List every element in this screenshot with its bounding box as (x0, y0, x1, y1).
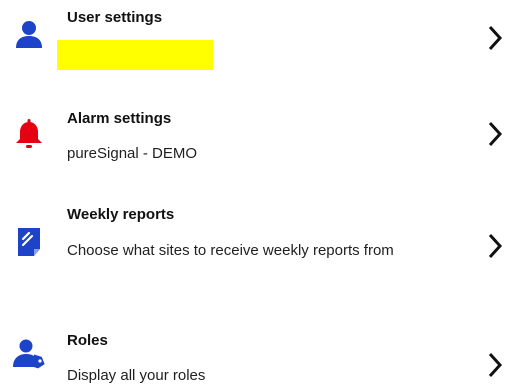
alarm-settings-subtitle: pureSignal - DEMO (67, 145, 198, 162)
chevron-right-icon (487, 120, 503, 148)
alarm-settings-item[interactable]: Alarm settings pureSignal - DEMO (0, 95, 505, 175)
person-icon (12, 17, 46, 51)
weekly-reports-item[interactable]: Weekly reports Choose what sites to rece… (0, 195, 505, 295)
weekly-reports-subtitle: Choose what sites to receive weekly repo… (67, 242, 394, 259)
alarm-settings-title: Alarm settings (67, 110, 172, 127)
person-tag-icon (12, 337, 46, 371)
chevron-right-icon (487, 24, 503, 52)
settings-list: User settings Alarm settings pureSignal … (0, 0, 505, 388)
user-settings-title: User settings (67, 9, 163, 26)
roles-subtitle: Display all your roles (67, 367, 206, 384)
bell-icon (12, 117, 46, 151)
report-icon (12, 225, 46, 259)
chevron-right-icon (487, 232, 503, 260)
chevron-right-icon (487, 351, 503, 379)
redacted-highlight (57, 40, 213, 70)
weekly-reports-title: Weekly reports (67, 206, 175, 223)
roles-title: Roles (67, 332, 108, 349)
roles-item[interactable]: Roles Display all your roles (0, 318, 505, 388)
user-settings-item[interactable]: User settings (0, 0, 505, 80)
